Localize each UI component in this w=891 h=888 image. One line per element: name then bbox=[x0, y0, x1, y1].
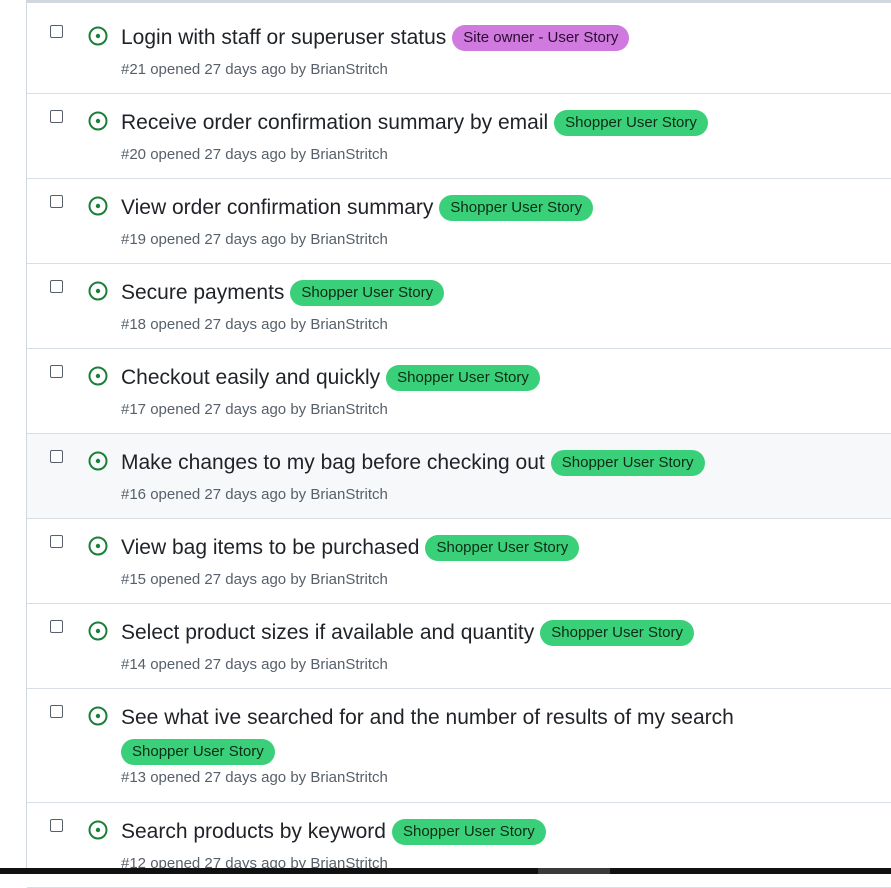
issue-title-line: See what ive searched for and the number… bbox=[121, 705, 811, 765]
issue-open-icon bbox=[88, 451, 108, 471]
issue-meta: #19 opened 27 days ago by BrianStritch bbox=[121, 231, 388, 248]
issue-title-link[interactable]: Checkout easily and quickly bbox=[121, 365, 380, 391]
issue-meta: #21 opened 27 days ago by BrianStritch bbox=[121, 61, 388, 78]
issue-row[interactable]: See what ive searched for and the number… bbox=[27, 689, 891, 803]
issue-select-checkbox[interactable] bbox=[50, 620, 63, 633]
issue-meta: #18 opened 27 days ago by BrianStritch bbox=[121, 316, 388, 333]
issue-title-link[interactable]: Login with staff or superuser status bbox=[121, 25, 446, 51]
issue-list: Login with staff or superuser status Sit… bbox=[27, 9, 891, 888]
issue-meta: #16 opened 27 days ago by BrianStritch bbox=[121, 486, 388, 503]
issue-select-checkbox[interactable] bbox=[50, 819, 63, 832]
issue-select-checkbox[interactable] bbox=[50, 280, 63, 293]
issue-meta: #14 opened 27 days ago by BrianStritch bbox=[121, 656, 388, 673]
issue-label[interactable]: Shopper User Story bbox=[554, 110, 708, 136]
issue-select-checkbox[interactable] bbox=[50, 110, 63, 123]
issue-title-link[interactable]: Select product sizes if available and qu… bbox=[121, 620, 534, 646]
issue-select-checkbox[interactable] bbox=[50, 365, 63, 378]
issue-select-checkbox[interactable] bbox=[50, 195, 63, 208]
issue-title-line: View bag items to be purchased Shopper U… bbox=[121, 535, 871, 561]
scrollbar-thumb[interactable] bbox=[538, 868, 610, 874]
issue-label[interactable]: Shopper User Story bbox=[391, 819, 546, 845]
issue-open-icon bbox=[88, 536, 108, 556]
issue-label[interactable]: Shopper User Story bbox=[425, 535, 580, 561]
issue-label[interactable]: Shopper User Story bbox=[439, 195, 594, 221]
issue-row[interactable]: Receive order confirmation summary by em… bbox=[27, 94, 891, 179]
issue-label[interactable]: Shopper User Story bbox=[386, 365, 540, 391]
issue-row[interactable]: Make changes to my bag before checking o… bbox=[27, 434, 891, 519]
issue-select-checkbox[interactable] bbox=[50, 450, 63, 463]
issue-label[interactable]: Site owner - User Story bbox=[452, 25, 630, 51]
issue-select-checkbox[interactable] bbox=[50, 705, 63, 718]
issue-title-line: Secure payments Shopper User Story bbox=[121, 280, 871, 306]
issue-open-icon bbox=[88, 820, 108, 840]
issue-open-icon bbox=[88, 366, 108, 386]
issue-label[interactable]: Shopper User Story bbox=[550, 450, 705, 476]
issue-title-link[interactable]: See what ive searched for and the number… bbox=[121, 705, 734, 731]
issue-title-link[interactable]: Secure payments bbox=[121, 280, 284, 306]
issue-row[interactable]: Secure payments Shopper User Story #18 o… bbox=[27, 264, 891, 349]
issue-meta: #13 opened 27 days ago by BrianStritch bbox=[121, 769, 388, 786]
issue-row[interactable]: View order confirmation summary Shopper … bbox=[27, 179, 891, 264]
issue-open-icon bbox=[88, 111, 108, 131]
issue-title-link[interactable]: View bag items to be purchased bbox=[121, 535, 419, 561]
issue-select-checkbox[interactable] bbox=[50, 25, 63, 38]
issue-row[interactable]: Search products by keyword Shopper User … bbox=[27, 803, 891, 888]
issue-row[interactable]: View bag items to be purchased Shopper U… bbox=[27, 519, 891, 604]
issue-title-line: Search products by keyword Shopper User … bbox=[121, 819, 871, 845]
issue-meta: #15 opened 27 days ago by BrianStritch bbox=[121, 571, 388, 588]
issue-open-icon bbox=[88, 196, 108, 216]
issue-title-link[interactable]: View order confirmation summary bbox=[121, 195, 433, 221]
issue-title-link[interactable]: Receive order confirmation summary by em… bbox=[121, 110, 548, 136]
issue-title-line: Checkout easily and quickly Shopper User… bbox=[121, 365, 871, 391]
issue-title-line: View order confirmation summary Shopper … bbox=[121, 195, 871, 221]
issue-title-link[interactable]: Make changes to my bag before checking o… bbox=[121, 450, 545, 476]
issue-title-line: Receive order confirmation summary by em… bbox=[121, 110, 871, 136]
issue-label[interactable]: Shopper User Story bbox=[121, 739, 275, 765]
issue-label[interactable]: Shopper User Story bbox=[540, 620, 694, 646]
issue-meta: #20 opened 27 days ago by BrianStritch bbox=[121, 146, 388, 163]
issue-title-line: Select product sizes if available and qu… bbox=[121, 620, 871, 646]
issue-title-line: Login with staff or superuser status Sit… bbox=[121, 25, 871, 51]
issue-select-checkbox[interactable] bbox=[50, 535, 63, 548]
issue-title-link[interactable]: Search products by keyword bbox=[121, 819, 386, 845]
list-top-border bbox=[26, 0, 891, 3]
issue-meta: #17 opened 27 days ago by BrianStritch bbox=[121, 401, 388, 418]
horizontal-scrollbar[interactable] bbox=[0, 868, 891, 874]
issue-open-icon bbox=[88, 26, 108, 46]
issue-row[interactable]: Checkout easily and quickly Shopper User… bbox=[27, 349, 891, 434]
issue-open-icon bbox=[88, 281, 108, 301]
issue-open-icon bbox=[88, 621, 108, 641]
issue-label[interactable]: Shopper User Story bbox=[290, 280, 445, 306]
issue-row[interactable]: Select product sizes if available and qu… bbox=[27, 604, 891, 689]
issue-title-line: Make changes to my bag before checking o… bbox=[121, 450, 871, 476]
issue-open-icon bbox=[88, 706, 108, 726]
issue-row[interactable]: Login with staff or superuser status Sit… bbox=[27, 9, 891, 94]
